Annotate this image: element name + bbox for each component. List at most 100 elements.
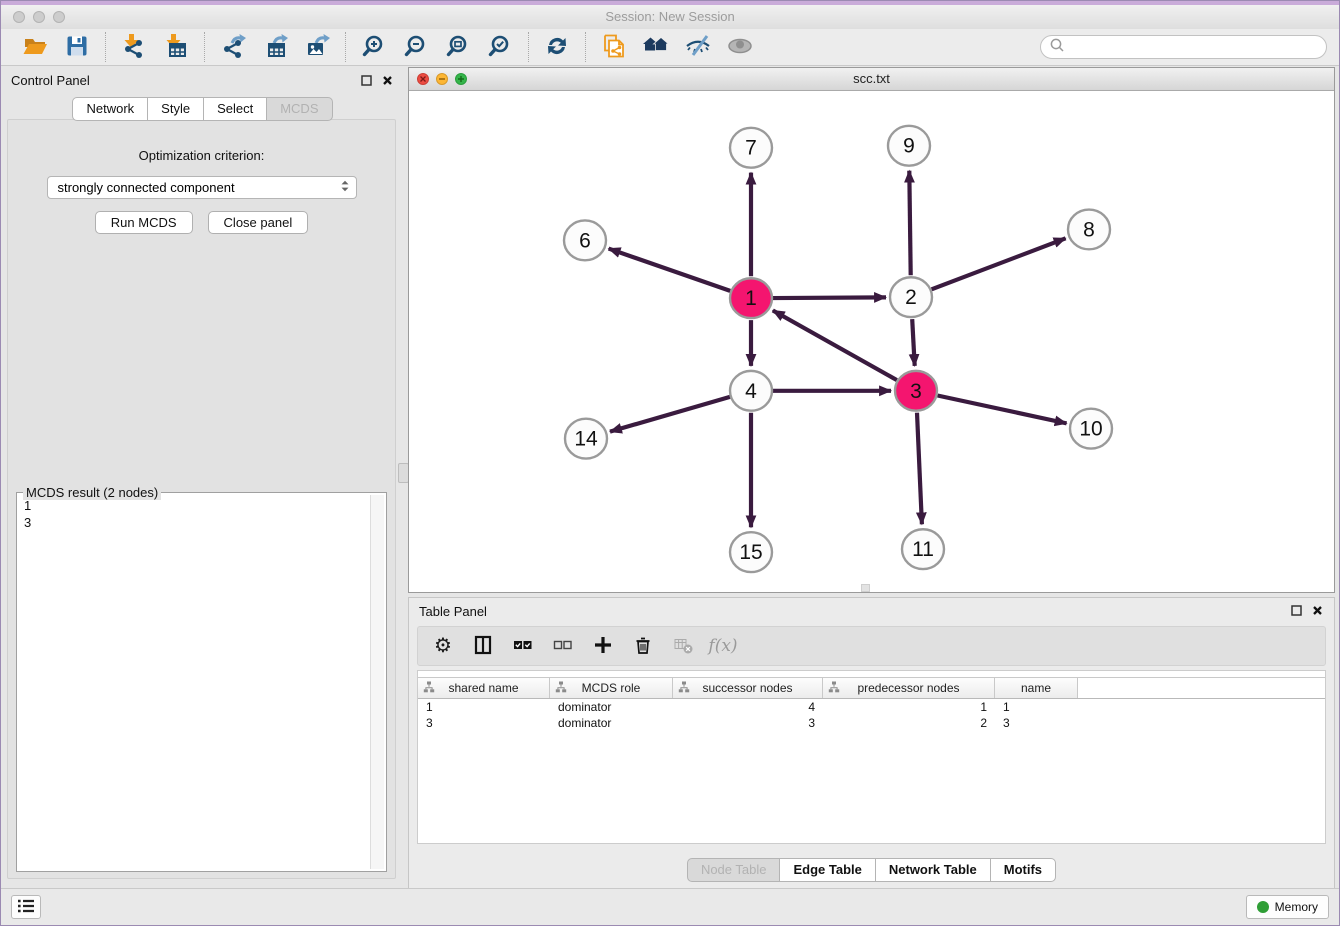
select-all-button[interactable] (508, 631, 538, 661)
tab-edge-table[interactable]: Edge Table (779, 858, 875, 882)
status-bar: Memory (1, 888, 1339, 925)
result-scrollbar[interactable] (370, 495, 384, 869)
home-button[interactable] (637, 32, 675, 62)
zoom-selected-button[interactable] (481, 32, 519, 62)
import-table-button[interactable] (157, 32, 195, 62)
mcds-result-list[interactable]: 13 (19, 495, 369, 869)
graph-node-9[interactable]: 9 (888, 126, 930, 166)
refresh-layout-button[interactable] (538, 32, 576, 62)
canvas-resize-grip[interactable] (861, 584, 870, 592)
graph-edge-3-11[interactable] (917, 413, 922, 525)
tab-style[interactable]: Style (147, 97, 204, 121)
table-cell: dominator (550, 716, 673, 730)
graph-edge-2-3[interactable] (912, 319, 915, 366)
add-row-button[interactable] (588, 631, 618, 661)
svg-text:10: 10 (1079, 418, 1102, 441)
show-panel-button[interactable] (721, 32, 759, 62)
graph-edge-2-8[interactable] (932, 238, 1066, 289)
graph-node-3[interactable]: 3 (895, 371, 937, 411)
hide-panel-button[interactable] (679, 32, 717, 62)
column-header-shared-name[interactable]: shared name (418, 678, 550, 698)
column-label: predecessor nodes (857, 681, 959, 695)
tab-mcds[interactable]: MCDS (266, 97, 332, 121)
table-row[interactable]: 1dominator411 (418, 699, 1325, 715)
task-history-button[interactable] (11, 895, 41, 919)
close-panel-button[interactable]: Close panel (208, 211, 309, 234)
minimize-view-icon[interactable] (436, 73, 448, 85)
save-button[interactable] (58, 32, 96, 62)
export-table-button[interactable] (256, 32, 294, 62)
table-cell: 3 (418, 716, 550, 730)
import-table-icon (163, 33, 189, 62)
minimize-window-icon[interactable] (33, 11, 45, 23)
network-file-button[interactable] (595, 32, 633, 62)
memory-button[interactable]: Memory (1246, 895, 1329, 919)
zoom-fit-button[interactable] (439, 32, 477, 62)
close-window-icon[interactable] (13, 11, 25, 23)
graph-edge-4-14[interactable] (610, 397, 730, 432)
table-row[interactable]: 3dominator323 (418, 715, 1325, 731)
svg-text:1: 1 (745, 287, 757, 310)
run-mcds-button[interactable]: Run MCDS (95, 211, 193, 234)
close-panel-icon[interactable] (381, 74, 394, 87)
zoom-in-button[interactable] (355, 32, 393, 62)
settings-button[interactable]: ⚙ (428, 631, 458, 661)
table-cell: dominator (550, 700, 673, 714)
float-panel-icon[interactable] (360, 74, 373, 87)
column-header-successor-nodes[interactable]: successor nodes (673, 678, 823, 698)
column-header-MCDS-role[interactable]: MCDS role (550, 678, 673, 698)
graph-node-4[interactable]: 4 (730, 371, 772, 411)
graph-node-6[interactable]: 6 (564, 220, 606, 260)
delete-row-icon (633, 635, 653, 658)
tab-network[interactable]: Network (72, 97, 148, 121)
graph-node-1[interactable]: 1 (730, 278, 772, 318)
close-table-panel-icon[interactable] (1311, 604, 1324, 617)
network-window-titlebar[interactable]: scc.txt (409, 68, 1334, 91)
network-graph[interactable]: 7 9 6 8 1 2 4 3 14 10 15 11 (409, 90, 1334, 592)
graph-node-10[interactable]: 10 (1070, 409, 1112, 449)
tab-select[interactable]: Select (203, 97, 267, 121)
tab-node-table[interactable]: Node Table (687, 858, 781, 882)
svg-text:11: 11 (912, 538, 934, 561)
svg-text:2: 2 (905, 286, 917, 309)
graph-node-8[interactable]: 8 (1068, 210, 1110, 250)
columns-button[interactable] (468, 631, 498, 661)
network-window-controls (417, 73, 467, 85)
svg-text:6: 6 (579, 229, 591, 252)
criterion-dropdown[interactable]: strongly connected component (47, 176, 357, 199)
import-network-button[interactable] (115, 32, 153, 62)
graph-edge-1-2[interactable] (773, 297, 886, 298)
graph-edge-2-9[interactable] (909, 171, 910, 276)
table-cell: 1 (823, 700, 995, 714)
close-view-icon[interactable] (417, 73, 429, 85)
export-network-button[interactable] (214, 32, 252, 62)
tab-motifs[interactable]: Motifs (990, 858, 1056, 882)
search-box[interactable] (1040, 35, 1327, 59)
graph-node-2[interactable]: 2 (890, 277, 932, 317)
zoom-window-icon[interactable] (53, 11, 65, 23)
maximize-view-icon[interactable] (455, 73, 467, 85)
export-image-button[interactable] (298, 32, 336, 62)
graph-node-15[interactable]: 15 (730, 532, 772, 572)
graph-edge-3-10[interactable] (938, 395, 1067, 423)
column-header-predecessor-nodes[interactable]: predecessor nodes (823, 678, 995, 698)
graph-node-7[interactable]: 7 (730, 128, 772, 168)
deselect-all-button[interactable] (548, 631, 578, 661)
graph-node-14[interactable]: 14 (565, 419, 607, 459)
delete-row-button[interactable] (628, 631, 658, 661)
column-header-name[interactable]: name (995, 678, 1078, 698)
window-title: Session: New Session (1, 5, 1339, 29)
open-folder-button[interactable] (16, 32, 54, 62)
zoom-out-button[interactable] (397, 32, 435, 62)
home-icon (643, 33, 669, 62)
graph-node-11[interactable]: 11 (902, 529, 944, 569)
graph-edge-1-6[interactable] (609, 249, 731, 291)
float-table-panel-icon[interactable] (1290, 604, 1303, 617)
tab-network-table[interactable]: Network Table (875, 858, 991, 882)
table-cell: 2 (823, 716, 995, 730)
network-canvas[interactable]: 7 9 6 8 1 2 4 3 14 10 15 11 (409, 90, 1334, 592)
search-input[interactable] (1070, 39, 1318, 56)
control-panel: Control Panel NetworkStyleSelectMCDS Opt… (1, 67, 404, 881)
delete-table-button (668, 631, 698, 661)
graph-edge-3-1[interactable] (773, 310, 897, 380)
